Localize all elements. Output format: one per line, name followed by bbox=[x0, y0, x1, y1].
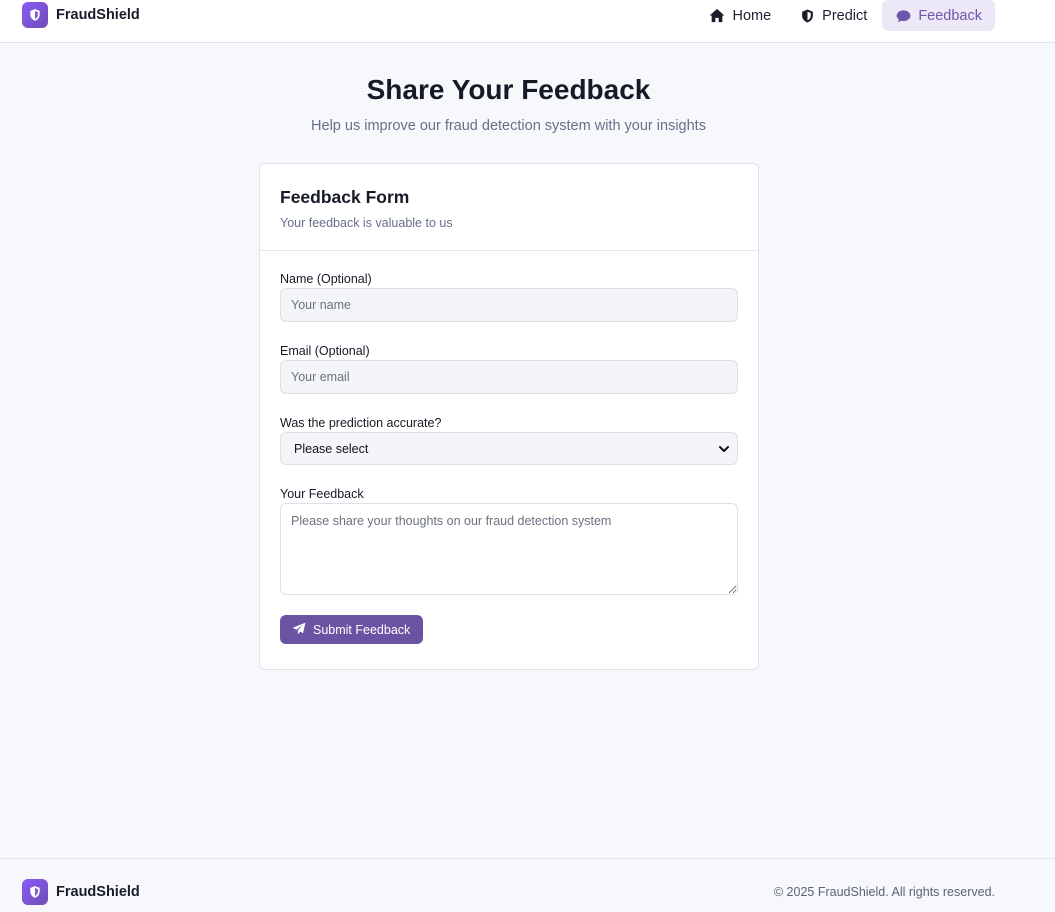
accuracy-select[interactable]: Please select bbox=[280, 432, 738, 465]
shield-icon bbox=[22, 2, 48, 28]
footer-brand-name: FraudShield bbox=[56, 884, 140, 900]
home-icon bbox=[709, 8, 725, 24]
card-description: Your feedback is valuable to us bbox=[280, 216, 453, 230]
feedback-form: Name (Optional) Email (Optional) Was the… bbox=[260, 251, 758, 644]
nav-home-label: Home bbox=[732, 7, 772, 24]
brand-logo-link[interactable]: FraudShield bbox=[22, 2, 140, 28]
paper-plane-icon bbox=[292, 622, 306, 638]
nav-feedback[interactable]: Feedback bbox=[882, 0, 995, 31]
email-input[interactable] bbox=[280, 360, 738, 394]
submit-feedback-label: Submit Feedback bbox=[313, 622, 411, 637]
main-nav: Home Predict Feedback bbox=[696, 0, 995, 31]
feedback-textarea[interactable] bbox=[280, 503, 738, 595]
email-label: Email (Optional) bbox=[280, 344, 370, 358]
feedback-label: Your Feedback bbox=[280, 487, 364, 501]
page-subtitle: Help us improve our fraud detection syst… bbox=[311, 118, 706, 134]
chevron-down-icon bbox=[717, 442, 731, 456]
brand-name: FraudShield bbox=[56, 7, 140, 23]
nav-predict-label: Predict bbox=[822, 7, 868, 24]
chat-bubble-icon bbox=[895, 8, 911, 24]
name-label: Name (Optional) bbox=[280, 272, 372, 286]
nav-predict[interactable]: Predict bbox=[786, 0, 880, 31]
accuracy-select-value: Please select bbox=[294, 441, 369, 456]
top-navbar: FraudShield Home Predict Feedback bbox=[0, 0, 1055, 43]
card-title: Feedback Form bbox=[280, 187, 410, 207]
footer-brand: FraudShield bbox=[22, 879, 140, 905]
name-input[interactable] bbox=[280, 288, 738, 322]
card-header: Feedback Form Your feedback is valuable … bbox=[260, 164, 758, 251]
page-title: Share Your Feedback bbox=[366, 74, 651, 105]
shield-icon bbox=[22, 879, 48, 905]
copyright-text: © 2025 FraudShield. All rights reserved. bbox=[773, 885, 995, 899]
footer: FraudShield © 2025 FraudShield. All righ… bbox=[0, 858, 1055, 912]
nav-home[interactable]: Home bbox=[696, 0, 784, 31]
feedback-form-card: Feedback Form Your feedback is valuable … bbox=[259, 163, 759, 670]
shield-half-icon bbox=[799, 8, 815, 24]
submit-feedback-button[interactable]: Submit Feedback bbox=[280, 615, 424, 644]
accuracy-label: Was the prediction accurate? bbox=[280, 416, 442, 430]
nav-feedback-label: Feedback bbox=[918, 7, 982, 24]
